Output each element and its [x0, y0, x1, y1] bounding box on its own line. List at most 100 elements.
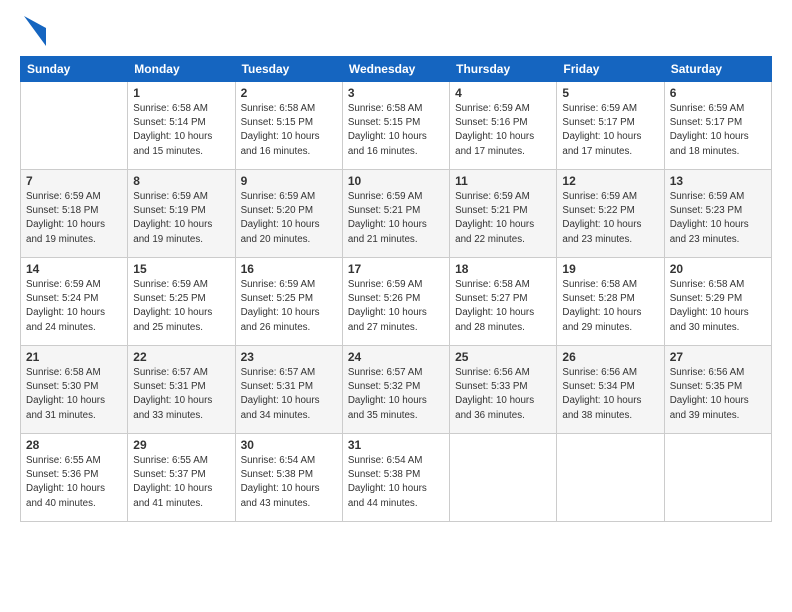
day-number: 5 [562, 86, 658, 100]
calendar-cell: 11 Sunrise: 6:59 AMSunset: 5:21 PMDayligh… [450, 170, 557, 258]
day-number: 25 [455, 350, 551, 364]
day-info: Sunrise: 6:59 AMSunset: 5:25 PMDaylight:… [133, 278, 229, 335]
day-number: 20 [670, 262, 766, 276]
calendar-cell: 20 Sunrise: 6:58 AMSunset: 5:29 PMDayligh… [664, 258, 771, 346]
day-number: 1 [133, 86, 229, 100]
day-number: 27 [670, 350, 766, 364]
calendar-cell: 5 Sunrise: 6:59 AMSunset: 5:17 PMDaylight… [557, 82, 664, 170]
day-number: 15 [133, 262, 229, 276]
calendar-cell: 13 Sunrise: 6:59 AMSunset: 5:23 PMDayligh… [664, 170, 771, 258]
day-header-saturday: Saturday [664, 57, 771, 82]
calendar-cell: 30Sunrise: 6:54 AMSunset: 5:38 PMDayligh… [235, 434, 342, 522]
day-info: Sunrise: 6:59 AMSunset: 5:25 PMDaylight:… [241, 278, 337, 335]
calendar-cell: 23 Sunrise: 6:57 AMSunset: 5:31 PMDayligh… [235, 346, 342, 434]
day-info: Sunrise: 6:59 AMSunset: 5:24 PMDaylight:… [26, 278, 122, 335]
calendar-cell: 1 Sunrise: 6:58 AMSunset: 5:14 PMDaylight… [128, 82, 235, 170]
day-header-tuesday: Tuesday [235, 57, 342, 82]
calendar-cell: 16 Sunrise: 6:59 AMSunset: 5:25 PMDayligh… [235, 258, 342, 346]
calendar-cell: 26Sunrise: 6:56 AMSunset: 5:34 PMDayligh… [557, 346, 664, 434]
day-info: Sunrise: 6:55 AMSunset: 5:37 PMDaylight:… [133, 454, 229, 511]
day-number: 6 [670, 86, 766, 100]
day-number: 13 [670, 174, 766, 188]
day-info: Sunrise: 6:59 AMSunset: 5:20 PMDaylight:… [241, 190, 337, 247]
day-info: Sunrise: 6:58 AMSunset: 5:28 PMDaylight:… [562, 278, 658, 335]
calendar-cell: 8 Sunrise: 6:59 AMSunset: 5:19 PMDaylight… [128, 170, 235, 258]
day-info: Sunrise: 6:58 AMSunset: 5:27 PMDaylight:… [455, 278, 551, 335]
calendar-cell: 3 Sunrise: 6:58 AMSunset: 5:15 PMDaylight… [342, 82, 449, 170]
day-info: Sunrise: 6:59 AMSunset: 5:18 PMDaylight:… [26, 190, 122, 247]
day-info: Sunrise: 6:59 AMSunset: 5:16 PMDaylight:… [455, 102, 551, 159]
page: SundayMondayTuesdayWednesdayThursdayFrid… [0, 0, 792, 612]
day-number: 2 [241, 86, 337, 100]
calendar-cell: 6 Sunrise: 6:59 AMSunset: 5:17 PMDaylight… [664, 82, 771, 170]
day-number: 16 [241, 262, 337, 276]
day-number: 29 [133, 438, 229, 452]
day-info: Sunrise: 6:57 AMSunset: 5:31 PMDaylight:… [133, 366, 229, 423]
calendar-cell: 9 Sunrise: 6:59 AMSunset: 5:20 PMDaylight… [235, 170, 342, 258]
calendar-cell [450, 434, 557, 522]
day-info: Sunrise: 6:58 AMSunset: 5:15 PMDaylight:… [241, 102, 337, 159]
day-number: 23 [241, 350, 337, 364]
week-row-2: 7 Sunrise: 6:59 AMSunset: 5:18 PMDaylight… [21, 170, 772, 258]
day-info: Sunrise: 6:57 AMSunset: 5:31 PMDaylight:… [241, 366, 337, 423]
week-row-5: 28 Sunrise: 6:55 AMSunset: 5:36 PMDayligh… [21, 434, 772, 522]
day-info: Sunrise: 6:54 AMSunset: 5:38 PMDaylight:… [348, 454, 444, 511]
day-number: 9 [241, 174, 337, 188]
calendar-cell: 31Sunrise: 6:54 AMSunset: 5:38 PMDayligh… [342, 434, 449, 522]
day-info: Sunrise: 6:59 AMSunset: 5:21 PMDaylight:… [348, 190, 444, 247]
day-number: 22 [133, 350, 229, 364]
week-row-1: 1 Sunrise: 6:58 AMSunset: 5:14 PMDaylight… [21, 82, 772, 170]
day-header-wednesday: Wednesday [342, 57, 449, 82]
day-info: Sunrise: 6:58 AMSunset: 5:14 PMDaylight:… [133, 102, 229, 159]
day-info: Sunrise: 6:58 AMSunset: 5:15 PMDaylight:… [348, 102, 444, 159]
day-info: Sunrise: 6:59 AMSunset: 5:17 PMDaylight:… [562, 102, 658, 159]
calendar-cell: 4 Sunrise: 6:59 AMSunset: 5:16 PMDaylight… [450, 82, 557, 170]
calendar-cell: 12Sunrise: 6:59 AMSunset: 5:22 PMDayligh… [557, 170, 664, 258]
calendar-cell: 19 Sunrise: 6:58 AMSunset: 5:28 PMDayligh… [557, 258, 664, 346]
day-number: 7 [26, 174, 122, 188]
day-info: Sunrise: 6:59 AMSunset: 5:17 PMDaylight:… [670, 102, 766, 159]
day-info: Sunrise: 6:59 AMSunset: 5:26 PMDaylight:… [348, 278, 444, 335]
day-header-monday: Monday [128, 57, 235, 82]
day-info: Sunrise: 6:59 AMSunset: 5:23 PMDaylight:… [670, 190, 766, 247]
week-row-4: 21 Sunrise: 6:58 AMSunset: 5:30 PMDayligh… [21, 346, 772, 434]
day-number: 10 [348, 174, 444, 188]
day-number: 21 [26, 350, 122, 364]
day-number: 3 [348, 86, 444, 100]
calendar-cell: 17 Sunrise: 6:59 AMSunset: 5:26 PMDayligh… [342, 258, 449, 346]
calendar-table: SundayMondayTuesdayWednesdayThursdayFrid… [20, 56, 772, 522]
day-info: Sunrise: 6:58 AMSunset: 5:29 PMDaylight:… [670, 278, 766, 335]
day-number: 19 [562, 262, 658, 276]
day-info: Sunrise: 6:58 AMSunset: 5:30 PMDaylight:… [26, 366, 122, 423]
calendar-cell: 2 Sunrise: 6:58 AMSunset: 5:15 PMDaylight… [235, 82, 342, 170]
calendar-cell: 18 Sunrise: 6:58 AMSunset: 5:27 PMDayligh… [450, 258, 557, 346]
day-info: Sunrise: 6:57 AMSunset: 5:32 PMDaylight:… [348, 366, 444, 423]
calendar-cell: 21 Sunrise: 6:58 AMSunset: 5:30 PMDayligh… [21, 346, 128, 434]
calendar-cell: 25Sunrise: 6:56 AMSunset: 5:33 PMDayligh… [450, 346, 557, 434]
day-info: Sunrise: 6:54 AMSunset: 5:38 PMDaylight:… [241, 454, 337, 511]
day-number: 11 [455, 174, 551, 188]
day-header-thursday: Thursday [450, 57, 557, 82]
day-info: Sunrise: 6:59 AMSunset: 5:22 PMDaylight:… [562, 190, 658, 247]
day-info: Sunrise: 6:59 AMSunset: 5:21 PMDaylight:… [455, 190, 551, 247]
calendar-cell: 24 Sunrise: 6:57 AMSunset: 5:32 PMDayligh… [342, 346, 449, 434]
calendar-cell: 7 Sunrise: 6:59 AMSunset: 5:18 PMDaylight… [21, 170, 128, 258]
day-number: 18 [455, 262, 551, 276]
calendar-cell [664, 434, 771, 522]
calendar-cell: 28 Sunrise: 6:55 AMSunset: 5:36 PMDayligh… [21, 434, 128, 522]
logo [20, 16, 46, 46]
day-number: 14 [26, 262, 122, 276]
calendar-cell [557, 434, 664, 522]
day-header-friday: Friday [557, 57, 664, 82]
day-number: 24 [348, 350, 444, 364]
day-number: 17 [348, 262, 444, 276]
day-number: 26 [562, 350, 658, 364]
day-info: Sunrise: 6:59 AMSunset: 5:19 PMDaylight:… [133, 190, 229, 247]
calendar-cell: 29 Sunrise: 6:55 AMSunset: 5:37 PMDayligh… [128, 434, 235, 522]
logo-icon [24, 16, 46, 46]
day-number: 28 [26, 438, 122, 452]
day-info: Sunrise: 6:55 AMSunset: 5:36 PMDaylight:… [26, 454, 122, 511]
day-header-sunday: Sunday [21, 57, 128, 82]
day-number: 8 [133, 174, 229, 188]
day-number: 4 [455, 86, 551, 100]
